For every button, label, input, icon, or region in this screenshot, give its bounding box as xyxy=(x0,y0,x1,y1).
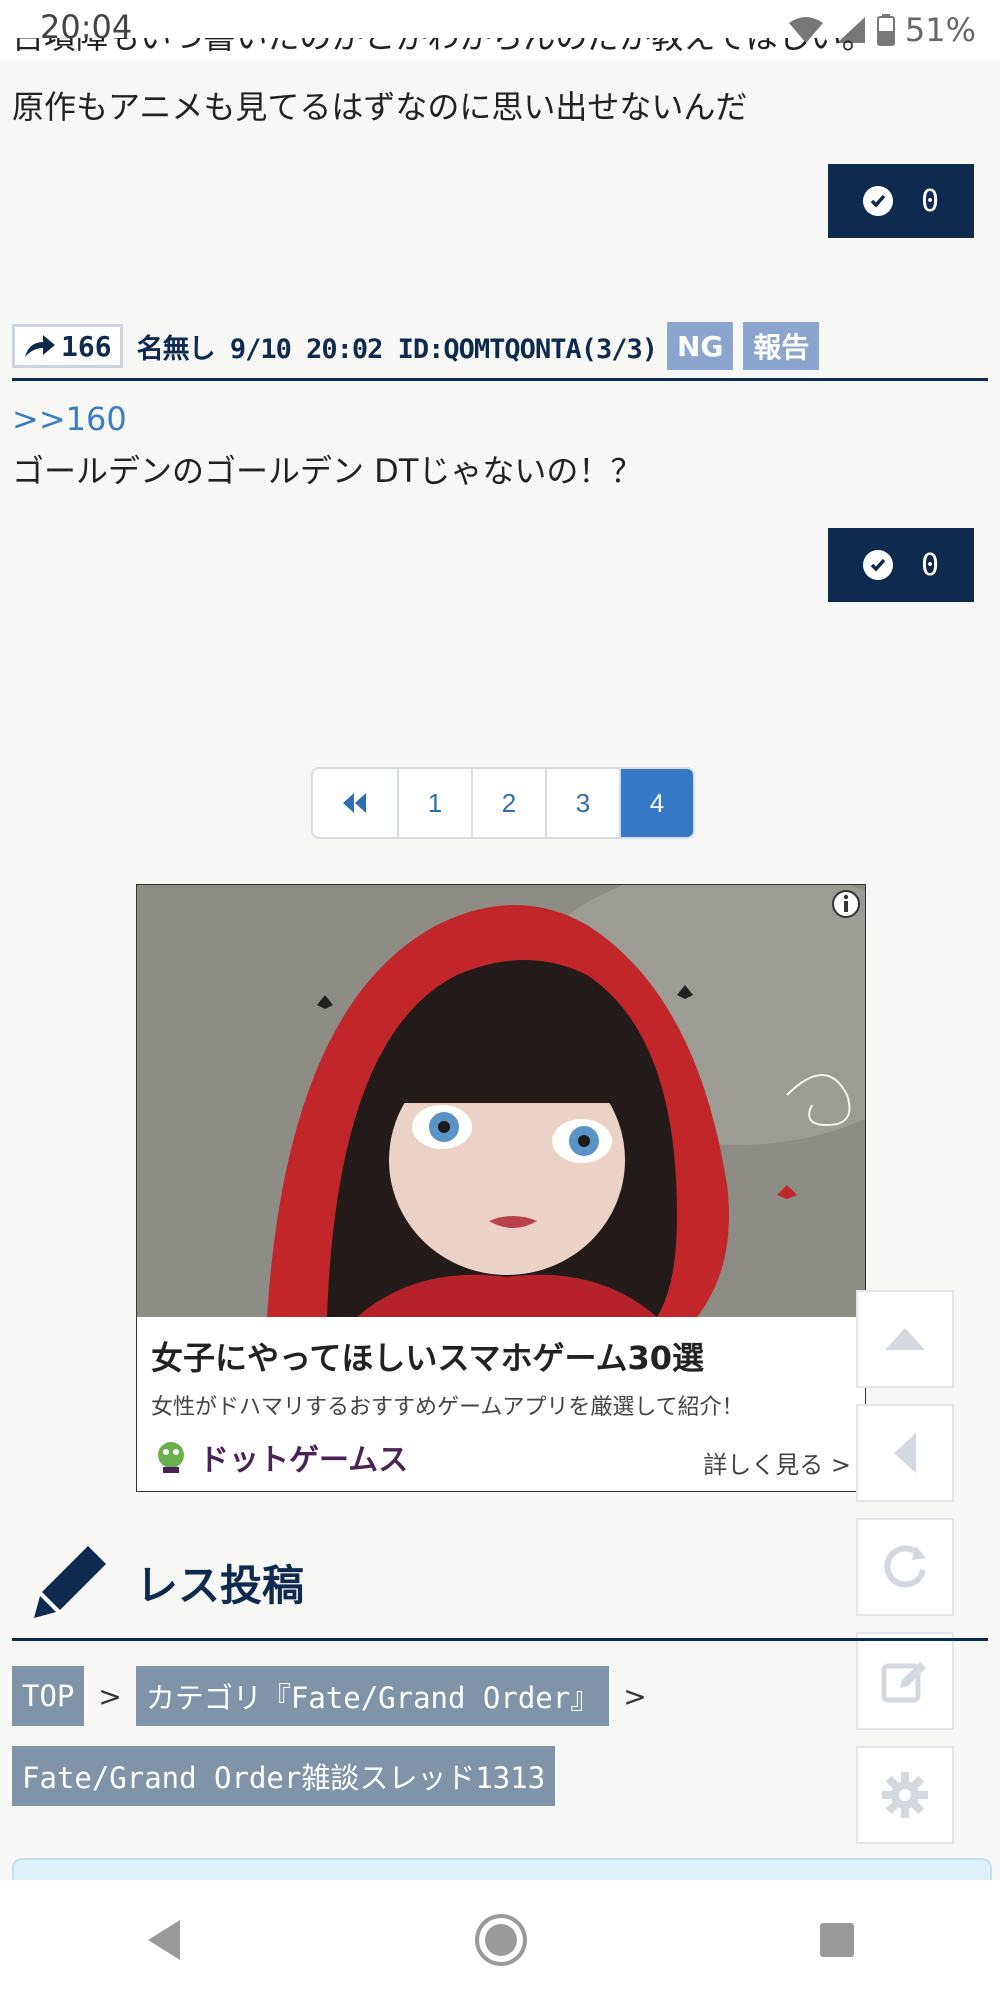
ad-title[interactable]: 女子にやってほしいスマホゲーム30選 xyxy=(151,1333,704,1379)
page-3[interactable]: 3 xyxy=(547,769,621,837)
prev-post-text: 原作もアニメも見てるはずなのに思い出せないんだ xyxy=(12,88,748,126)
prev-post-text-cut: 古墳障もいつ書いたのかとかわからんのだが教えてほしい。 xyxy=(12,38,874,64)
post-meta: 名無し 9/10 20:02 ID:QOMTQONTA(3/3) xyxy=(136,333,658,365)
breadcrumb-thread-row: Fate/Grand Order雑談スレッド1313 xyxy=(12,1746,556,1806)
pencil-icon xyxy=(34,1546,106,1618)
breadcrumb-top[interactable]: TOP xyxy=(12,1666,85,1726)
ad-image xyxy=(137,885,865,1317)
reply-anchor-link[interactable]: >>160 xyxy=(12,400,127,438)
page-1[interactable]: 1 xyxy=(399,769,473,837)
breadcrumb: TOP > カテゴリ『Fate/Grand Order』 > xyxy=(12,1666,647,1726)
settings-icon xyxy=(882,1772,928,1818)
post-vote-button[interactable]: 0 xyxy=(828,528,974,602)
double-left-icon xyxy=(343,793,366,813)
back-icon xyxy=(894,1433,916,1473)
ad-brand-name: ドットゲームス xyxy=(199,1443,409,1478)
breadcrumb-thread[interactable]: Fate/Grand Order雑談スレッド1313 xyxy=(12,1746,556,1806)
reply-arrow-icon xyxy=(25,335,55,357)
nav-recents-icon[interactable] xyxy=(818,1921,856,1959)
battery-icon xyxy=(876,14,895,46)
nav-back-icon[interactable] xyxy=(144,1918,184,1962)
prev-post-vote-count: 0 xyxy=(920,183,940,219)
check-icon xyxy=(862,186,893,216)
reply-divider xyxy=(12,1638,988,1641)
post-number-text: 166 xyxy=(61,329,112,363)
edit-button[interactable] xyxy=(856,1632,954,1730)
ng-button[interactable]: NG xyxy=(666,322,734,370)
ad-info-icon[interactable] xyxy=(831,889,861,919)
ad-brand: ドットゲームス xyxy=(151,1435,408,1479)
scroll-up-button[interactable] xyxy=(856,1290,954,1388)
post-text: ゴールデンのゴールデン DTじゃないの！？ xyxy=(12,452,643,490)
edit-icon xyxy=(881,1662,926,1703)
breadcrumb-category[interactable]: カテゴリ『Fate/Grand Order』 xyxy=(135,1666,610,1726)
reply-heading-label: レス投稿 xyxy=(136,1560,305,1610)
reload-icon xyxy=(884,1545,926,1588)
nav-home-icon[interactable] xyxy=(473,1912,529,1968)
breadcrumb-separator: > xyxy=(623,1679,647,1713)
prev-post-vote-button[interactable]: 0 xyxy=(828,164,974,238)
ad-more-link[interactable]: 詳しく見る > xyxy=(703,1445,851,1480)
back-button[interactable] xyxy=(856,1404,954,1502)
ad-banner[interactable]: 女子にやってほしいスマホゲーム30選 女性がドハマリするおすすめゲームアプリを厳… xyxy=(136,884,866,1492)
reply-heading[interactable]: レス投稿 xyxy=(30,1542,304,1622)
pagination: 1 2 3 4 xyxy=(311,767,695,839)
post-divider xyxy=(12,378,988,381)
navigation-bar xyxy=(0,1880,1000,2000)
ad-description: 女性がドハマリするおすすめゲームアプリを厳選して紹介！ xyxy=(151,1395,744,1420)
report-button[interactable]: 報告 xyxy=(743,322,820,370)
scroll-up-icon xyxy=(885,1328,925,1350)
post-number[interactable]: 166 xyxy=(12,324,123,368)
page-4-current[interactable]: 4 xyxy=(621,769,693,837)
battery-percent: 51% xyxy=(904,11,976,49)
reload-button[interactable] xyxy=(856,1518,954,1616)
settings-button[interactable] xyxy=(856,1746,954,1844)
brand-logo-icon xyxy=(158,1442,184,1473)
page-2[interactable]: 2 xyxy=(473,769,547,837)
first-page-button[interactable] xyxy=(313,769,399,837)
check-icon xyxy=(862,550,893,580)
post-vote-count: 0 xyxy=(920,547,940,583)
breadcrumb-separator: > xyxy=(98,1679,122,1713)
post-header: 166 名無し 9/10 20:02 ID:QOMTQONTA(3/3) NG … xyxy=(12,322,820,370)
